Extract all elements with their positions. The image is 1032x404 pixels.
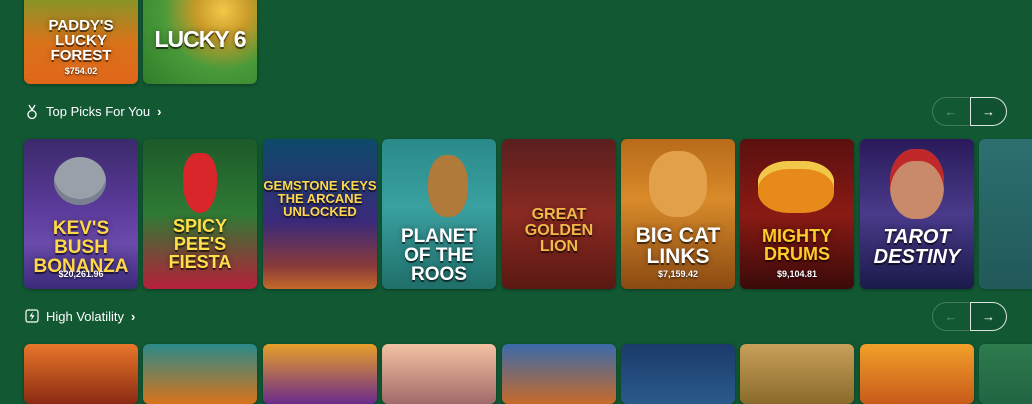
game-tile-partial[interactable] (979, 344, 1032, 404)
game-tile[interactable] (740, 344, 854, 404)
game-tile-mighty-drums[interactable]: MIGHTY DRUMS $9,104.81 (740, 139, 854, 289)
game-tile[interactable] (621, 344, 735, 404)
game-tile-big-cat-links[interactable]: BIG CAT LINKS $7,159.42 (621, 139, 735, 289)
chevron-right-icon: › (131, 308, 136, 324)
game-title: LUCKY 6 (154, 26, 247, 52)
game-tile-lucky-6[interactable]: LUCKY 6 (143, 0, 257, 84)
game-title: PLANET OF THE ROOS (401, 226, 477, 285)
game-title: SPICY PEE'S FIESTA (168, 216, 232, 272)
carousel-prev-button[interactable]: ← (932, 97, 969, 126)
fortune-teller-art (890, 149, 944, 219)
drum-art (758, 161, 834, 213)
lion-art (649, 151, 707, 217)
game-title: GREAT GOLDEN LION (524, 206, 594, 255)
game-tile[interactable] (502, 344, 616, 404)
game-tile[interactable] (860, 344, 974, 404)
game-title: TAROT DESTINY (873, 226, 961, 268)
game-tile-paddys-lucky-forest[interactable]: PADDY'S LUCKY FOREST $754.02 (24, 0, 138, 84)
arrow-left-icon: ← (944, 104, 958, 119)
game-title: MIGHTY DRUMS (762, 226, 832, 264)
game-tile[interactable] (263, 344, 377, 404)
carousel-next-button[interactable]: → (970, 97, 1007, 126)
game-tile-great-golden-lion[interactable]: GREAT GOLDEN LION (502, 139, 616, 289)
game-title: KEV'S BUSH BONANZA (33, 218, 129, 277)
game-tile-kevs-bush-bonanza[interactable]: KEV'S BUSH BONANZA $20,261.96 (24, 139, 138, 289)
game-tile-partial[interactable] (979, 139, 1032, 289)
game-tile-planet-of-the-roos[interactable]: PLANET OF THE ROOS (382, 139, 496, 289)
game-title: PADDY'S LUCKY FOREST (48, 17, 114, 64)
arrow-right-icon: → (982, 309, 995, 324)
jackpot-amount: $20,261.96 (58, 269, 104, 279)
game-tile[interactable] (24, 344, 138, 404)
chevron-right-icon: › (157, 103, 162, 119)
jackpot-amount: $754.02 (64, 66, 98, 76)
kangaroo-art (428, 155, 468, 217)
game-tile-tarot-destiny[interactable]: TAROT DESTINY (860, 139, 974, 289)
chili-art (183, 153, 217, 213)
lightning-icon (25, 309, 39, 323)
carousel-prev-button[interactable]: ← (932, 302, 969, 331)
game-tile-the-arcane-unlocked[interactable]: GEMSTONE KEYS THE ARCANE UNLOCKED (263, 139, 377, 289)
section-title: Top Picks For You (46, 103, 151, 119)
game-tile[interactable] (382, 344, 496, 404)
medal-icon (25, 104, 39, 120)
game-tile[interactable] (143, 344, 257, 404)
section-header-top-picks[interactable]: Top Picks For You › (25, 100, 161, 122)
carousel-next-button[interactable]: → (970, 302, 1007, 331)
game-tile-spicy-pees-fiesta[interactable]: SPICY PEE'S FIESTA (143, 139, 257, 289)
jackpot-amount: $9,104.81 (776, 269, 818, 279)
section-title: High Volatility (46, 308, 125, 324)
koala-art (54, 157, 106, 205)
arrow-right-icon: → (982, 104, 995, 119)
game-title: GEMSTONE KEYS THE ARCANE UNLOCKED (263, 178, 377, 219)
jackpot-amount: $7,159.42 (657, 269, 699, 279)
section-header-high-volatility[interactable]: High Volatility › (25, 305, 135, 327)
arrow-left-icon: ← (944, 309, 958, 324)
game-title: BIG CAT LINKS (635, 224, 721, 268)
